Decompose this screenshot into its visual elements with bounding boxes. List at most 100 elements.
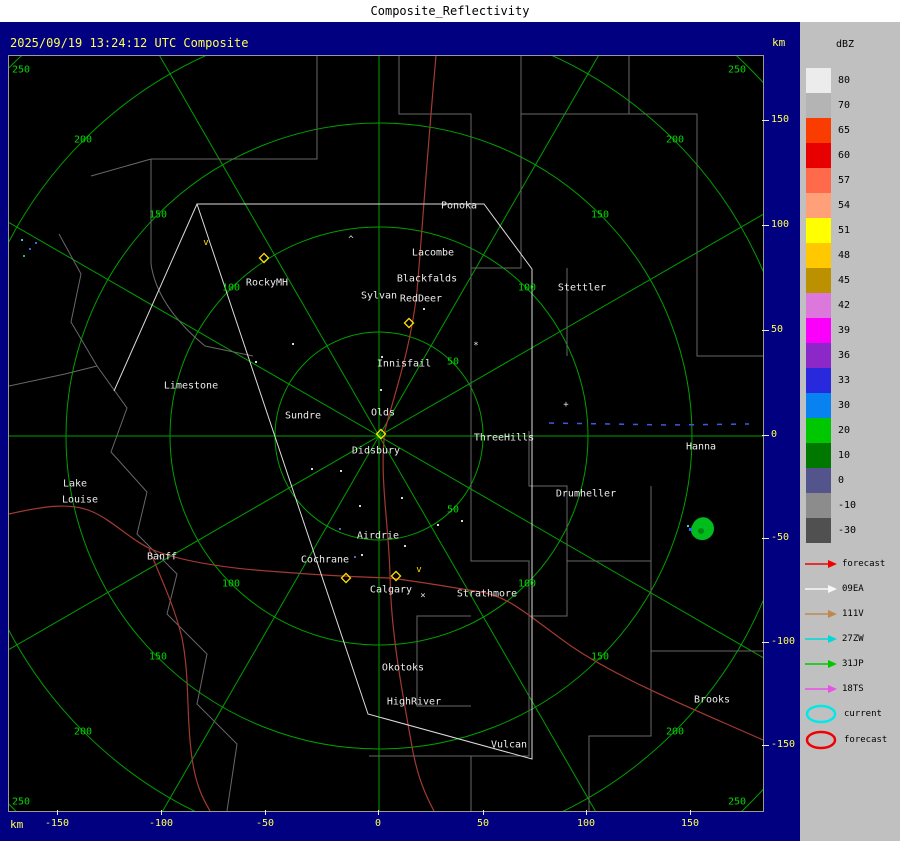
dbz-color-swatch bbox=[806, 443, 831, 468]
vector-legend-row: 27ZW bbox=[800, 626, 900, 651]
dbz-color-swatch bbox=[806, 268, 831, 293]
region-legend: currentforecast bbox=[800, 701, 900, 753]
vector-legend-row: 111V bbox=[800, 601, 900, 626]
map-glyph-marker: * bbox=[473, 341, 478, 351]
dbz-scale-row: 57 bbox=[800, 168, 900, 193]
city-label: Banff bbox=[147, 552, 177, 563]
range-ring-label: 200 bbox=[666, 135, 684, 146]
map-speck bbox=[423, 308, 425, 310]
bottom-axis-label: 100 bbox=[569, 818, 603, 829]
precip-echo bbox=[687, 517, 714, 540]
map-speck bbox=[380, 389, 382, 391]
dbz-scale-value: 70 bbox=[838, 100, 850, 111]
map-speck bbox=[23, 255, 25, 257]
dbz-color-swatch bbox=[806, 68, 831, 93]
right-axis-label: -100 bbox=[771, 636, 795, 647]
dbz-scale: 807065605754514845423936333020100-10-30 bbox=[800, 68, 900, 543]
map-speck bbox=[340, 470, 342, 472]
dbz-scale-value: 39 bbox=[838, 325, 850, 336]
city-label: Stettler bbox=[558, 283, 606, 294]
dbz-scale-row: 39 bbox=[800, 318, 900, 343]
map-speck bbox=[361, 554, 363, 556]
dbz-scale-row: 54 bbox=[800, 193, 900, 218]
27ZW-arrow-icon bbox=[804, 633, 838, 645]
dbz-scale-row: 0 bbox=[800, 468, 900, 493]
bottom-axis-label: 50 bbox=[466, 818, 500, 829]
right-axis-tick bbox=[762, 330, 769, 331]
range-ring-label: 50 bbox=[447, 505, 459, 516]
vector-legend-label: 111V bbox=[842, 609, 864, 619]
range-ring-label: 100 bbox=[222, 283, 240, 294]
region-legend-row: current bbox=[800, 701, 900, 727]
31JP-arrow-icon bbox=[804, 658, 838, 670]
map-speck bbox=[437, 524, 439, 526]
right-axis-tick bbox=[762, 435, 769, 436]
vector-legend-row: forecast bbox=[800, 551, 900, 576]
radar-map[interactable]: 2502001501002502001501005050100150200250… bbox=[8, 55, 764, 812]
city-label: Drumheller bbox=[556, 489, 616, 500]
city-label: Lacombe bbox=[412, 248, 454, 259]
map-speck bbox=[29, 248, 31, 250]
bottom-axis-label: -150 bbox=[40, 818, 74, 829]
range-ring-label: 150 bbox=[149, 652, 167, 663]
vector-legend-label: forecast bbox=[842, 559, 885, 569]
dbz-color-swatch bbox=[806, 243, 831, 268]
range-ring-label: 150 bbox=[591, 652, 609, 663]
dbz-scale-row: 10 bbox=[800, 443, 900, 468]
city-label: Innisfail bbox=[377, 359, 431, 370]
range-ring-label: 200 bbox=[666, 727, 684, 738]
vector-legend-row: 18TS bbox=[800, 676, 900, 701]
vector-legend-row: 09EA bbox=[800, 576, 900, 601]
dbz-scale-row: 30 bbox=[800, 393, 900, 418]
right-axis-tick bbox=[762, 642, 769, 643]
range-ring-label: 100 bbox=[518, 283, 536, 294]
map-glyph-marker: + bbox=[563, 400, 569, 410]
region-legend-label: current bbox=[844, 709, 882, 719]
right-axis-tick bbox=[762, 745, 769, 746]
legend-panel: dBZ 807065605754514845423936333020100-10… bbox=[800, 22, 900, 841]
map-speck bbox=[255, 361, 257, 363]
city-label: RockyMH bbox=[246, 278, 288, 289]
timestamp-label: 2025/09/19 13:24:12 UTC Composite bbox=[10, 36, 248, 50]
dbz-scale-value: 42 bbox=[838, 300, 850, 311]
right-axis-label: 100 bbox=[771, 219, 789, 230]
station-diamond-marker bbox=[341, 573, 350, 582]
map-speck bbox=[404, 545, 406, 547]
bottom-axis-tick bbox=[586, 810, 587, 815]
right-axis-label: -150 bbox=[771, 739, 795, 750]
city-label: HighRiver bbox=[387, 697, 441, 708]
right-axis: 150100500-50-100-150 bbox=[762, 55, 800, 810]
bottom-axis-tick bbox=[483, 810, 484, 815]
dbz-scale-value: 10 bbox=[838, 450, 850, 461]
vector-legend-label: 09EA bbox=[842, 584, 864, 594]
map-speck bbox=[292, 343, 294, 345]
range-ring-label: 200 bbox=[74, 727, 92, 738]
vector-legend-label: 31JP bbox=[842, 659, 864, 669]
dbz-scale-row: 51 bbox=[800, 218, 900, 243]
map-speck bbox=[35, 242, 37, 244]
dbz-scale-value: 65 bbox=[838, 125, 850, 136]
city-label: Lake bbox=[63, 479, 87, 490]
dbz-scale-value: -30 bbox=[838, 525, 856, 536]
dbz-scale-row: 45 bbox=[800, 268, 900, 293]
right-axis-label: 50 bbox=[771, 324, 783, 335]
map-glyph-marker: × bbox=[420, 591, 425, 601]
city-label: Strathmore bbox=[457, 589, 517, 600]
map-speck bbox=[401, 497, 403, 499]
bottom-axis-label: -50 bbox=[248, 818, 282, 829]
vector-legend-label: 27ZW bbox=[842, 634, 864, 644]
right-axis-label: -50 bbox=[771, 532, 789, 543]
city-label: ThreeHills bbox=[474, 433, 534, 444]
city-label: Limestone bbox=[164, 381, 218, 392]
bottom-axis-label: 0 bbox=[361, 818, 395, 829]
city-label: Didsbury bbox=[352, 446, 400, 457]
right-axis-label: 150 bbox=[771, 114, 789, 125]
dbz-color-swatch bbox=[806, 193, 831, 218]
dbz-color-swatch bbox=[806, 393, 831, 418]
range-ring-label: 250 bbox=[728, 65, 746, 76]
dbz-scale-value: 45 bbox=[838, 275, 850, 286]
bottom-axis-tick bbox=[265, 810, 266, 815]
dbz-color-swatch bbox=[806, 143, 831, 168]
city-label: Airdrie bbox=[357, 531, 399, 542]
dbz-scale-row: 42 bbox=[800, 293, 900, 318]
